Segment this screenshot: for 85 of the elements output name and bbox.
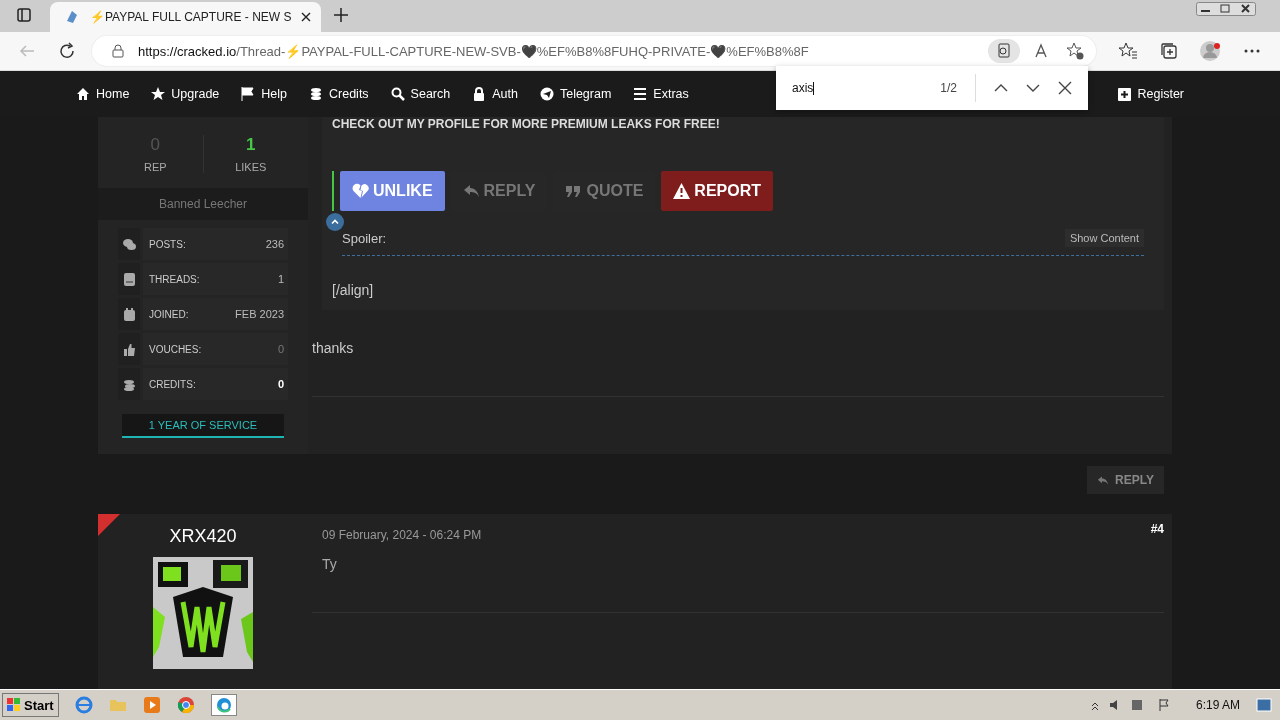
close-icon[interactable] xyxy=(301,12,312,22)
warning-icon xyxy=(673,183,691,199)
stat-value: 236 xyxy=(265,238,284,250)
nav-link[interactable]: Upgrade xyxy=(151,87,220,101)
start-button[interactable]: Start xyxy=(2,693,59,717)
previous-match-icon[interactable] xyxy=(994,84,1008,92)
new-tab-icon[interactable] xyxy=(333,7,350,23)
rep-label: REP xyxy=(143,161,167,173)
plus-icon xyxy=(1118,87,1132,101)
reply-button[interactable]: REPLY xyxy=(1087,466,1164,494)
post-text: thanks xyxy=(312,340,355,356)
site-icon xyxy=(64,9,80,25)
lock-icon xyxy=(472,87,487,101)
search-icon xyxy=(390,87,405,101)
favorites-icon[interactable] xyxy=(1118,42,1138,60)
lock-icon xyxy=(112,44,124,58)
show-content-button[interactable]: Show Content xyxy=(1064,229,1144,247)
nav-link[interactable]: Search xyxy=(390,87,451,101)
user-rank: Banned Leecher xyxy=(98,188,308,220)
broken-heart-icon xyxy=(352,183,369,199)
next-match-icon[interactable] xyxy=(1026,84,1040,92)
unlike-button[interactable]: UNLIKE xyxy=(340,171,445,211)
likes-label: LIKES xyxy=(235,161,267,173)
flag-icon xyxy=(241,87,256,101)
stat-value: 1 xyxy=(277,273,284,285)
register-link[interactable]: Register xyxy=(1118,87,1184,101)
nav-link[interactable]: Extras xyxy=(633,87,689,101)
collapse-toggle-icon[interactable] xyxy=(326,213,344,231)
coins-icon xyxy=(122,377,136,391)
stat-value: FEB 2023 xyxy=(235,308,284,320)
reply-arrow-icon xyxy=(1097,474,1110,486)
tab-title: ⚡PAYPAL FULL CAPTURE - NEW S xyxy=(90,10,292,24)
stat-label: THREADS: xyxy=(149,273,200,285)
find-field[interactable]: axis xyxy=(792,81,923,95)
quote-icon xyxy=(565,183,583,199)
likes-count: 1 xyxy=(246,135,256,155)
service-badge: 1 YEAR OF SERVICE xyxy=(122,414,284,438)
nav-link[interactable]: Help xyxy=(241,87,287,101)
nav-link[interactable]: Home xyxy=(76,87,130,101)
stat-label: VOUCHES: xyxy=(149,343,202,355)
clock: 6:19 AM xyxy=(1195,698,1240,712)
post-number-link[interactable]: #4 xyxy=(1150,522,1164,542)
collections-icon[interactable] xyxy=(1160,42,1178,60)
browser-tab[interactable]: ⚡PAYPAL FULL CAPTURE - NEW S xyxy=(50,2,322,32)
coins-icon xyxy=(309,87,323,101)
menu-icon xyxy=(633,87,648,101)
nav-link[interactable]: Auth xyxy=(472,87,518,101)
username[interactable]: XRX420 xyxy=(169,526,237,547)
media-player-icon[interactable] xyxy=(142,696,161,714)
windows-logo-icon xyxy=(7,698,21,712)
nav-link[interactable]: Telegram xyxy=(539,87,612,101)
thumbs-up-icon xyxy=(122,342,136,356)
stat-label: POSTS: xyxy=(149,238,186,250)
show-desktop-icon[interactable] xyxy=(1256,698,1272,712)
favorite-add-icon[interactable] xyxy=(1066,42,1084,60)
post-text: Ty xyxy=(322,556,338,572)
address-field[interactable]: https://cracked.io/Thread-⚡PAYPAL-FULL-CAPTURE-NEW-SVB-🖤%EF%B8%8FUHQ-PRIVATE-🖤%EF%B8%8F xyxy=(92,36,1096,66)
post-date: 09 February, 2024 - 06:24 PM xyxy=(322,528,482,542)
book-icon xyxy=(122,272,136,286)
profile-icon[interactable] xyxy=(1200,40,1222,62)
spoiler-label: Spoiler: xyxy=(342,230,387,246)
star-icon xyxy=(151,87,166,101)
nav-link[interactable]: Credits xyxy=(309,87,369,101)
match-count: 1/2 xyxy=(940,81,957,95)
post-text: [/align] xyxy=(332,282,375,298)
calendar-icon xyxy=(122,307,136,321)
close-icon[interactable] xyxy=(1058,81,1072,95)
stat-value: 0 xyxy=(277,378,284,390)
tab-actions-icon[interactable] xyxy=(16,7,32,23)
browser-icon[interactable] xyxy=(74,696,93,714)
page-search-icon[interactable] xyxy=(988,39,1020,63)
home-icon xyxy=(76,87,90,101)
stat-label: JOINED: xyxy=(149,308,189,320)
chat-icon xyxy=(122,237,136,251)
reply-arrow-icon xyxy=(462,183,480,199)
corner-flag-icon xyxy=(98,514,120,536)
more-icon[interactable] xyxy=(1244,49,1260,53)
post-heading: CHECK OUT MY PROFILE FOR MORE PREMIUM LEAKS FOR FREE! xyxy=(322,117,1164,131)
paper-plane-icon xyxy=(539,87,554,101)
refresh-icon[interactable] xyxy=(58,42,76,60)
chrome-icon[interactable] xyxy=(176,696,195,714)
stat-label: CREDITS: xyxy=(149,378,196,390)
stat-value: 0 xyxy=(277,343,284,355)
window-controls[interactable] xyxy=(1196,2,1256,16)
report-button[interactable]: REPORT xyxy=(661,171,773,211)
